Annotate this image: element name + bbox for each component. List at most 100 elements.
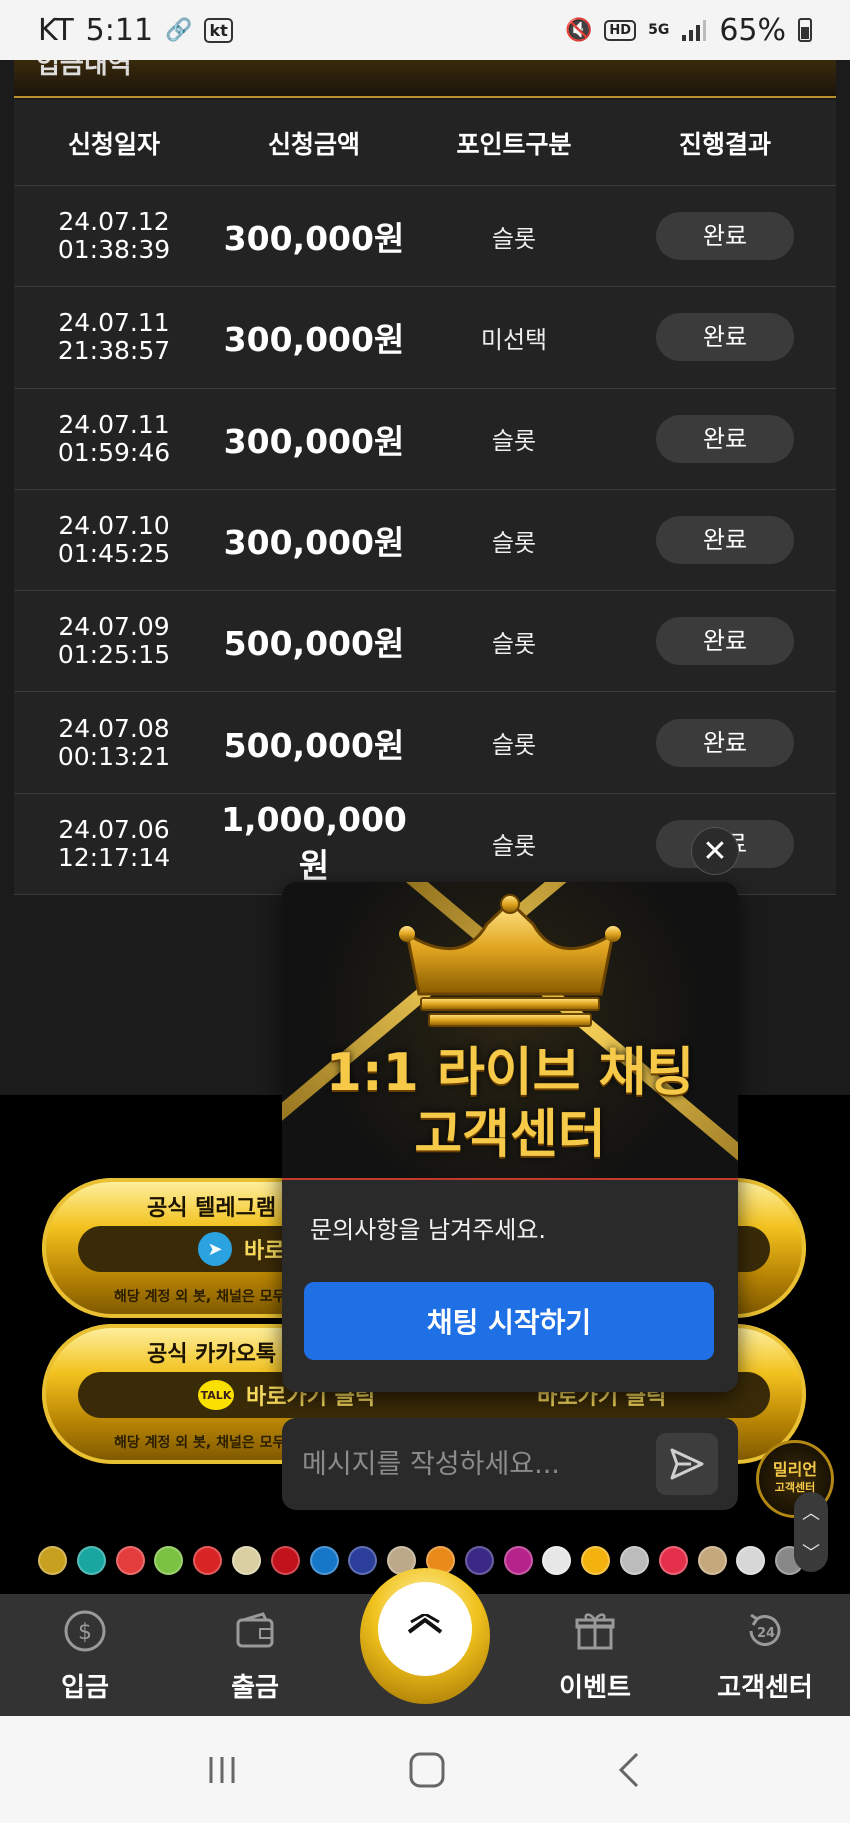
bottom-nav: $ 입금 출금 이벤트 24 고객센터 (0, 1568, 850, 1716)
header-point-type: 포인트구분 (456, 129, 572, 159)
table-row: 24.07.11 01:59:46 300,000원 슬롯 완료 (14, 389, 836, 490)
scroll-top-button[interactable] (360, 1568, 490, 1704)
provider-logo (736, 1546, 766, 1575)
nav-deposit[interactable]: $ 입금 (0, 1594, 170, 1716)
amount-value: 300,000 (223, 523, 374, 563)
mute-icon: 🔇 (565, 17, 593, 43)
amount-unit: 원 (373, 320, 405, 360)
provider-logo (581, 1546, 611, 1575)
home-icon[interactable] (408, 1751, 446, 1789)
wallet-icon (236, 1612, 274, 1648)
row-time: 00:13:21 (57, 741, 171, 771)
deposit-history-table: 신청일자 신청금액 포인트구분 진행결과 24.07.12 01:38:39 300… (14, 100, 836, 896)
carrier-label: KT (38, 12, 74, 48)
chat-hero-banner: 1:1 라이브 채팅 고객센터 (282, 882, 738, 1180)
provider-logo (464, 1546, 494, 1575)
header-amount: 신청금액 (267, 129, 360, 159)
row-date: 24.07.11 (58, 409, 170, 439)
back-icon[interactable] (615, 1751, 645, 1789)
nav-deposit-label: 입금 (61, 1673, 109, 1703)
amount-unit: 원 (373, 725, 405, 765)
amount-value: 500,000 (223, 725, 374, 765)
row-datetime: 24.07.11 01:59:46 (14, 409, 214, 467)
close-icon[interactable]: ✕ (692, 828, 738, 874)
row-time: 21:38:57 (57, 336, 171, 366)
row-amount: 500,000원 (214, 719, 414, 767)
row-datetime: 24.07.12 01:38:39 (14, 208, 214, 264)
status-bar: KT 5:11 🔗 kt 🔇 HD 5G 65% (0, 0, 850, 60)
row-status-cell: 완료 (614, 516, 836, 565)
row-point-type: 슬롯 (491, 629, 537, 658)
chat-input-bar (282, 1418, 738, 1510)
chevron-up-icon[interactable]: ︿ (802, 1499, 820, 1525)
chat-hero-title: 1:1 라이브 채팅 고객센터 (282, 1042, 738, 1166)
svg-text:24: 24 (757, 1626, 775, 1641)
amount-value: 1,000,000 (221, 800, 407, 840)
status-badge[interactable]: 완료 (656, 313, 794, 362)
row-amount: 300,000원 (214, 313, 414, 361)
recent-apps-icon[interactable] (205, 1753, 239, 1787)
hd-voice-icon: HD (604, 19, 637, 41)
provider-logo (697, 1546, 727, 1575)
row-status-cell: 완료 (614, 414, 836, 463)
provider-logo (154, 1546, 184, 1575)
nav-support[interactable]: 24 고객센터 (680, 1594, 850, 1716)
row-amount: 1,000,000 원 (214, 800, 414, 887)
status-badge[interactable]: 완료 (656, 414, 794, 463)
nav-support-label: 고객센터 (717, 1673, 813, 1703)
system-nav-bar (0, 1716, 850, 1823)
row-time: 01:38:39 (57, 235, 171, 265)
row-point-type: 미선택 (480, 325, 548, 354)
hero-line-1: 1:1 라이브 채팅 (325, 1043, 695, 1103)
row-date: 24.07.06 (58, 814, 170, 844)
row-point-type: 슬롯 (491, 832, 537, 861)
provider-logo (542, 1546, 572, 1575)
provider-logo (38, 1546, 67, 1575)
nav-event[interactable]: 이벤트 (510, 1594, 680, 1716)
row-time: 01:59:46 (57, 437, 171, 467)
start-chat-button[interactable]: 채팅 시작하기 (304, 1282, 714, 1360)
amount-value: 300,000 (223, 421, 374, 461)
provider-logo (658, 1546, 688, 1575)
row-date: 24.07.08 (58, 713, 170, 743)
status-badge[interactable]: 완료 (656, 718, 794, 767)
send-button[interactable] (656, 1433, 718, 1495)
row-time: 12:17:14 (57, 842, 171, 872)
provider-logo (503, 1546, 533, 1575)
kt-app-icon: kt (204, 17, 233, 43)
link-icon: 🔗 (165, 17, 193, 43)
table-row: 24.07.10 01:45:25 300,000원 슬롯 완료 (14, 490, 836, 592)
status-badge[interactable]: 완료 (656, 516, 794, 565)
nav-withdraw-label: 출금 (231, 1673, 279, 1703)
header-status: 진행결과 (678, 129, 771, 159)
row-amount: 500,000원 (214, 617, 414, 665)
amount-value: 300,000 (223, 219, 374, 259)
row-time: 01:25:15 (57, 640, 171, 670)
provider-logo (231, 1546, 261, 1575)
row-point-type: 슬롯 (491, 528, 537, 557)
status-badge[interactable]: 완료 (656, 617, 794, 666)
live-chat-popup: 1:1 라이브 채팅 고객센터 문의사항을 남겨주세요. 채팅 시작하기 (282, 882, 738, 1392)
amount-unit: 원 (373, 219, 405, 259)
row-amount: 300,000원 (214, 415, 414, 463)
provider-logo (76, 1546, 106, 1575)
24h-support-icon: 24 (749, 1613, 781, 1646)
chat-message-input[interactable] (302, 1448, 656, 1480)
scroll-control[interactable]: ︿ ﹀ (794, 1492, 828, 1572)
table-header: 신청일자 신청금액 포인트구분 진행결과 (14, 100, 836, 186)
battery-percent: 65% (719, 12, 786, 48)
table-row: 24.07.09 01:25:15 500,000원 슬롯 완료 (14, 591, 836, 693)
amount-value: 500,000 (223, 624, 374, 664)
provider-logo (270, 1546, 300, 1575)
hero-line-2: 고객센터 (414, 1105, 606, 1165)
nav-withdraw[interactable]: 출금 (170, 1594, 340, 1716)
row-datetime: 24.07.08 00:13:21 (14, 713, 214, 771)
gift-icon (575, 1613, 615, 1650)
chevron-down-icon[interactable]: ﹀ (802, 1539, 820, 1565)
row-datetime: 24.07.10 01:45:25 (14, 512, 214, 568)
dollar-coin-icon: $ (64, 1610, 106, 1652)
amount-unit: 원 (373, 421, 405, 461)
clock: 5:11 (85, 12, 154, 48)
status-badge[interactable]: 완료 (656, 212, 794, 261)
scroll-top-icon (407, 1614, 443, 1634)
